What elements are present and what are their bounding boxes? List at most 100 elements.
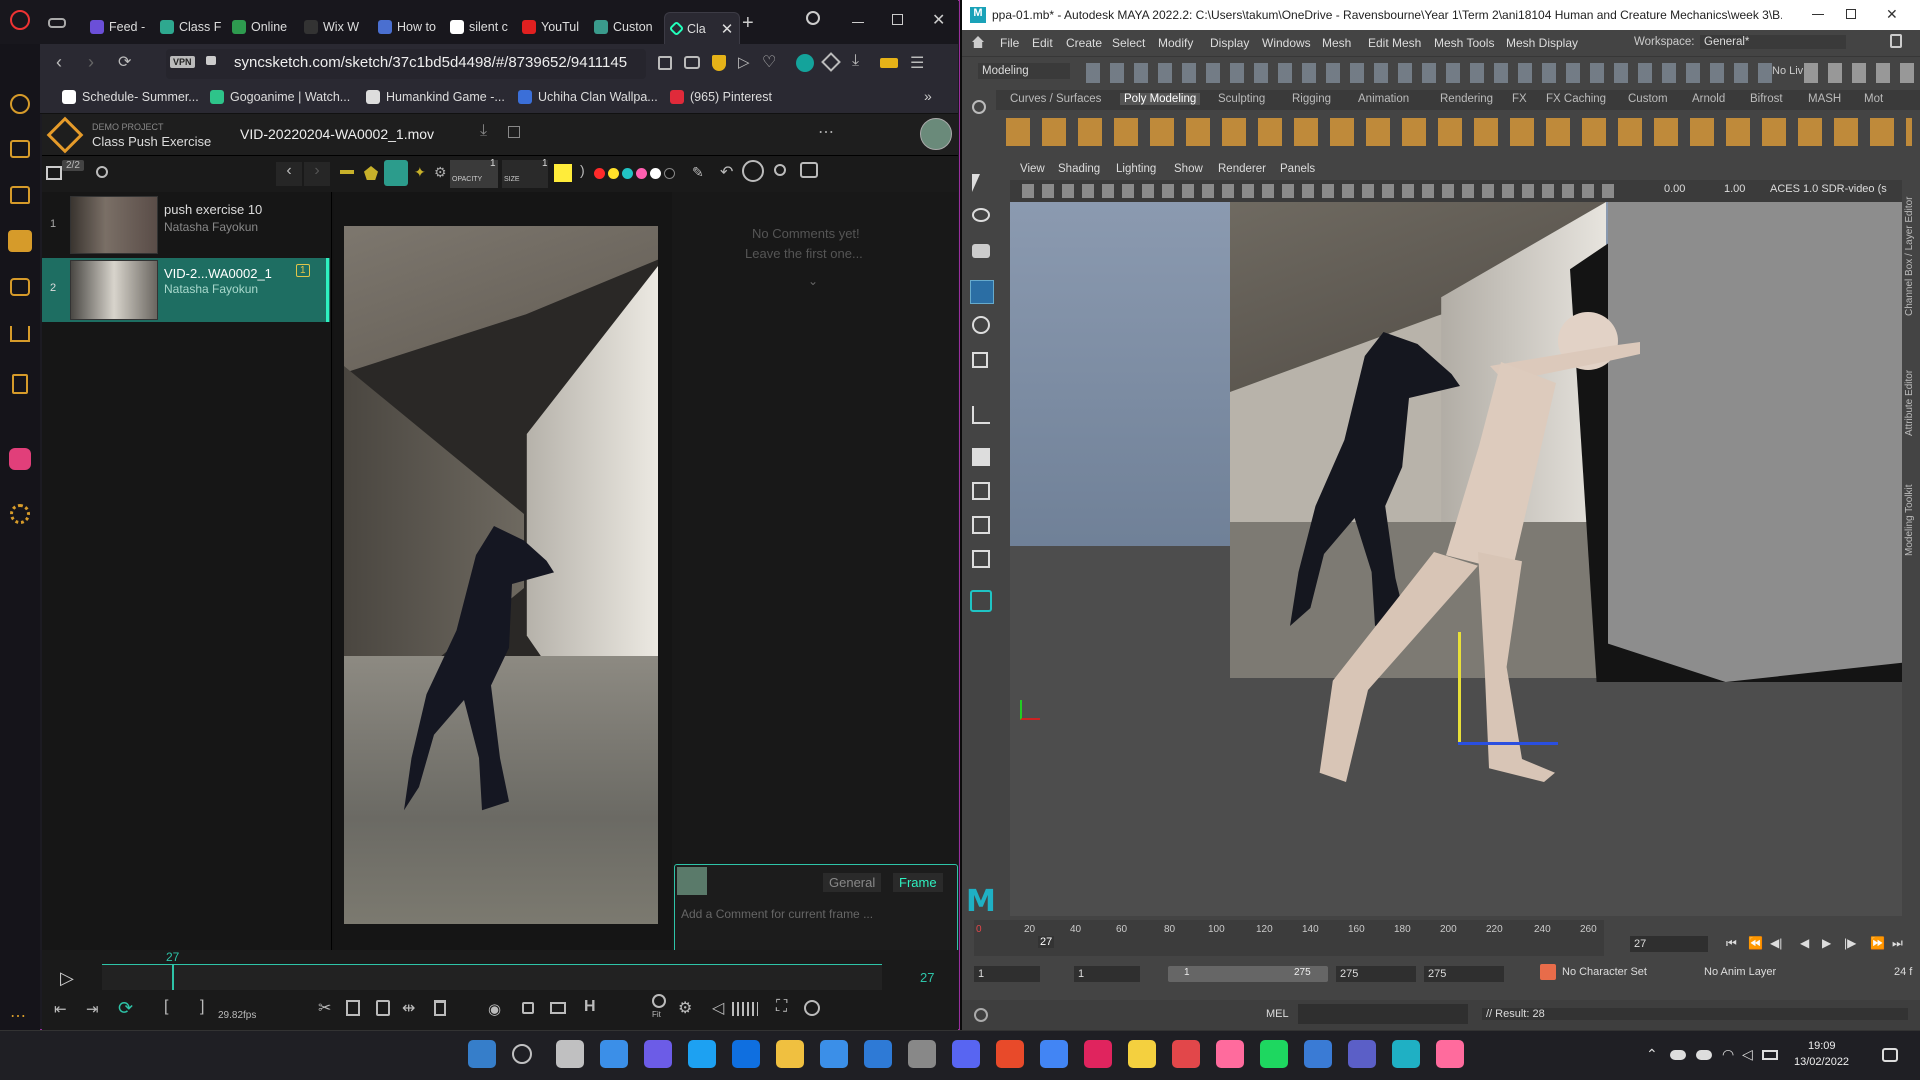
eyedropper-icon[interactable]: ✎: [692, 164, 704, 181]
wifi-icon[interactable]: ◠: [1722, 1046, 1734, 1063]
volume-slider[interactable]: [732, 1002, 758, 1016]
teams-chat-icon[interactable]: [644, 1040, 672, 1068]
lasso-tool-icon[interactable]: [972, 208, 990, 222]
clock-date[interactable]: 13/02/2022: [1794, 1056, 1849, 1068]
shelf-tab[interactable]: Mot: [1864, 93, 1883, 105]
opacity-control[interactable]: 1 OPACITY: [450, 158, 498, 188]
anim-layer-select[interactable]: No Anim Layer: [1704, 966, 1814, 978]
edge-icon[interactable]: [688, 1040, 716, 1068]
chrome-icon[interactable]: [1040, 1040, 1068, 1068]
dropbox-icon[interactable]: [732, 1040, 760, 1068]
range-start-field[interactable]: 1: [974, 966, 1040, 982]
bookmarks-more[interactable]: »: [924, 88, 932, 104]
go-to-start-icon[interactable]: ⏮: [1726, 936, 1737, 951]
heart-icon[interactable]: ♡: [762, 52, 776, 72]
shape-tool-icon[interactable]: [364, 166, 378, 180]
share-icon[interactable]: [658, 56, 672, 70]
move-manipulator-x[interactable]: [1458, 742, 1558, 745]
panel-menu-item[interactable]: Lighting: [1116, 163, 1156, 175]
move-icon[interactable]: ⇹: [402, 998, 415, 1018]
onedrive-icon[interactable]: [1670, 1050, 1686, 1060]
layout-four-icon[interactable]: [972, 482, 990, 500]
paint-icon[interactable]: [1436, 1040, 1464, 1068]
bookmark-item[interactable]: Gogoanime | Watch...: [210, 90, 350, 104]
chevron-up-icon[interactable]: ⌃: [1646, 1046, 1658, 1063]
teams-icon[interactable]: [1348, 1040, 1376, 1068]
settings-gear-icon[interactable]: [10, 504, 30, 524]
project-name[interactable]: Class Push Exercise: [92, 134, 211, 149]
shield-icon[interactable]: [712, 55, 726, 71]
in-point-icon[interactable]: [: [164, 998, 168, 1016]
maximize-icon[interactable]: [892, 14, 903, 25]
spotify-icon[interactable]: [1260, 1040, 1288, 1068]
clock-time[interactable]: 19:09: [1808, 1040, 1836, 1052]
gamma-value[interactable]: 1.00: [1724, 183, 1745, 195]
maximize-icon[interactable]: [1846, 9, 1856, 19]
tab-frame[interactable]: Frame: [893, 873, 943, 892]
image-icon[interactable]: [508, 126, 520, 138]
step-forward-icon[interactable]: |▶: [1844, 936, 1856, 950]
bag-icon[interactable]: [10, 140, 30, 158]
opera-logo-icon[interactable]: [10, 10, 30, 30]
color-swatch[interactable]: [608, 168, 619, 179]
play-back-icon[interactable]: ◀: [1800, 936, 1809, 950]
close-window-icon[interactable]: ✕: [1886, 6, 1898, 23]
previous-item-icon[interactable]: ‹: [276, 162, 302, 186]
krita-icon[interactable]: [1172, 1040, 1200, 1068]
opera-icon[interactable]: [1084, 1040, 1112, 1068]
instagram-icon[interactable]: [9, 448, 31, 470]
menu-item[interactable]: Windows: [1262, 36, 1311, 50]
more-options-icon[interactable]: ⋯: [818, 122, 834, 142]
tab-5[interactable]: How to: [378, 13, 444, 41]
visibility-icon[interactable]: ◉: [488, 1000, 501, 1018]
bracket-icon[interactable]: ): [580, 162, 585, 178]
shelf-tab[interactable]: Custom: [1628, 93, 1668, 105]
list-item-active[interactable]: 2 VID-2...WA0002_1 1 Natasha Fayokun: [42, 258, 330, 322]
manipulator-icon[interactable]: [972, 406, 990, 424]
send-icon[interactable]: ▷: [738, 53, 750, 71]
mail-icon[interactable]: [864, 1040, 892, 1068]
amazon-assistant-icon[interactable]: [796, 54, 814, 72]
go-to-end-icon[interactable]: ⏭: [1892, 936, 1903, 951]
bookmark-item[interactable]: (965) Pinterest: [670, 90, 772, 104]
gamepad-icon[interactable]: [48, 18, 66, 28]
file-explorer-icon[interactable]: [776, 1040, 804, 1068]
search-icon[interactable]: [970, 590, 992, 612]
range-end-field-2[interactable]: 275: [1424, 966, 1504, 982]
fps-label[interactable]: 29.82fps: [218, 1010, 256, 1021]
menu-item[interactable]: Modify: [1158, 36, 1193, 50]
task-view-icon[interactable]: [556, 1040, 584, 1068]
playhead[interactable]: [172, 964, 174, 990]
tab-1[interactable]: Feed -: [90, 13, 156, 41]
settings-icon[interactable]: ⚙: [678, 998, 692, 1018]
loop-icon[interactable]: ⟳: [118, 998, 133, 1019]
lock-icon[interactable]: [522, 1002, 534, 1014]
notifications-icon[interactable]: [1882, 1048, 1898, 1062]
help-icon[interactable]: [974, 1008, 988, 1022]
layout-two-icon[interactable]: [972, 516, 990, 534]
office-icon[interactable]: [996, 1040, 1024, 1068]
menu-item[interactable]: Mesh Tools: [1434, 36, 1494, 50]
step-back-key-icon[interactable]: ⏪: [1748, 936, 1763, 950]
paint-select-tool-icon[interactable]: [972, 244, 990, 258]
home-icon[interactable]: [10, 186, 30, 204]
syncsketch-logo-icon[interactable]: [46, 116, 84, 154]
shelf-settings-icon[interactable]: [972, 100, 986, 114]
cut-icon[interactable]: ✂: [318, 998, 331, 1018]
zoom-fit-icon[interactable]: [652, 994, 666, 1008]
new-tab-icon[interactable]: +: [742, 12, 754, 35]
range-end-field[interactable]: 275: [1336, 966, 1416, 982]
scrubber[interactable]: [102, 964, 882, 990]
tab-8[interactable]: Custon: [594, 13, 660, 41]
camera-icon[interactable]: [684, 56, 700, 69]
command-input[interactable]: [1298, 1004, 1468, 1024]
fill-tool-icon[interactable]: [384, 160, 408, 186]
menu-item[interactable]: Mesh: [1322, 36, 1351, 50]
shelf-tab[interactable]: FX: [1512, 93, 1527, 105]
menu-item[interactable]: Create: [1066, 36, 1102, 50]
shelf-tab[interactable]: FX Caching: [1546, 93, 1606, 105]
line-tool-icon[interactable]: [340, 170, 354, 174]
undo-icon[interactable]: ↶: [720, 162, 733, 182]
bookmark-item[interactable]: Uchiha Clan Wallpa...: [518, 90, 658, 104]
close-window-icon[interactable]: ✕: [932, 10, 945, 30]
